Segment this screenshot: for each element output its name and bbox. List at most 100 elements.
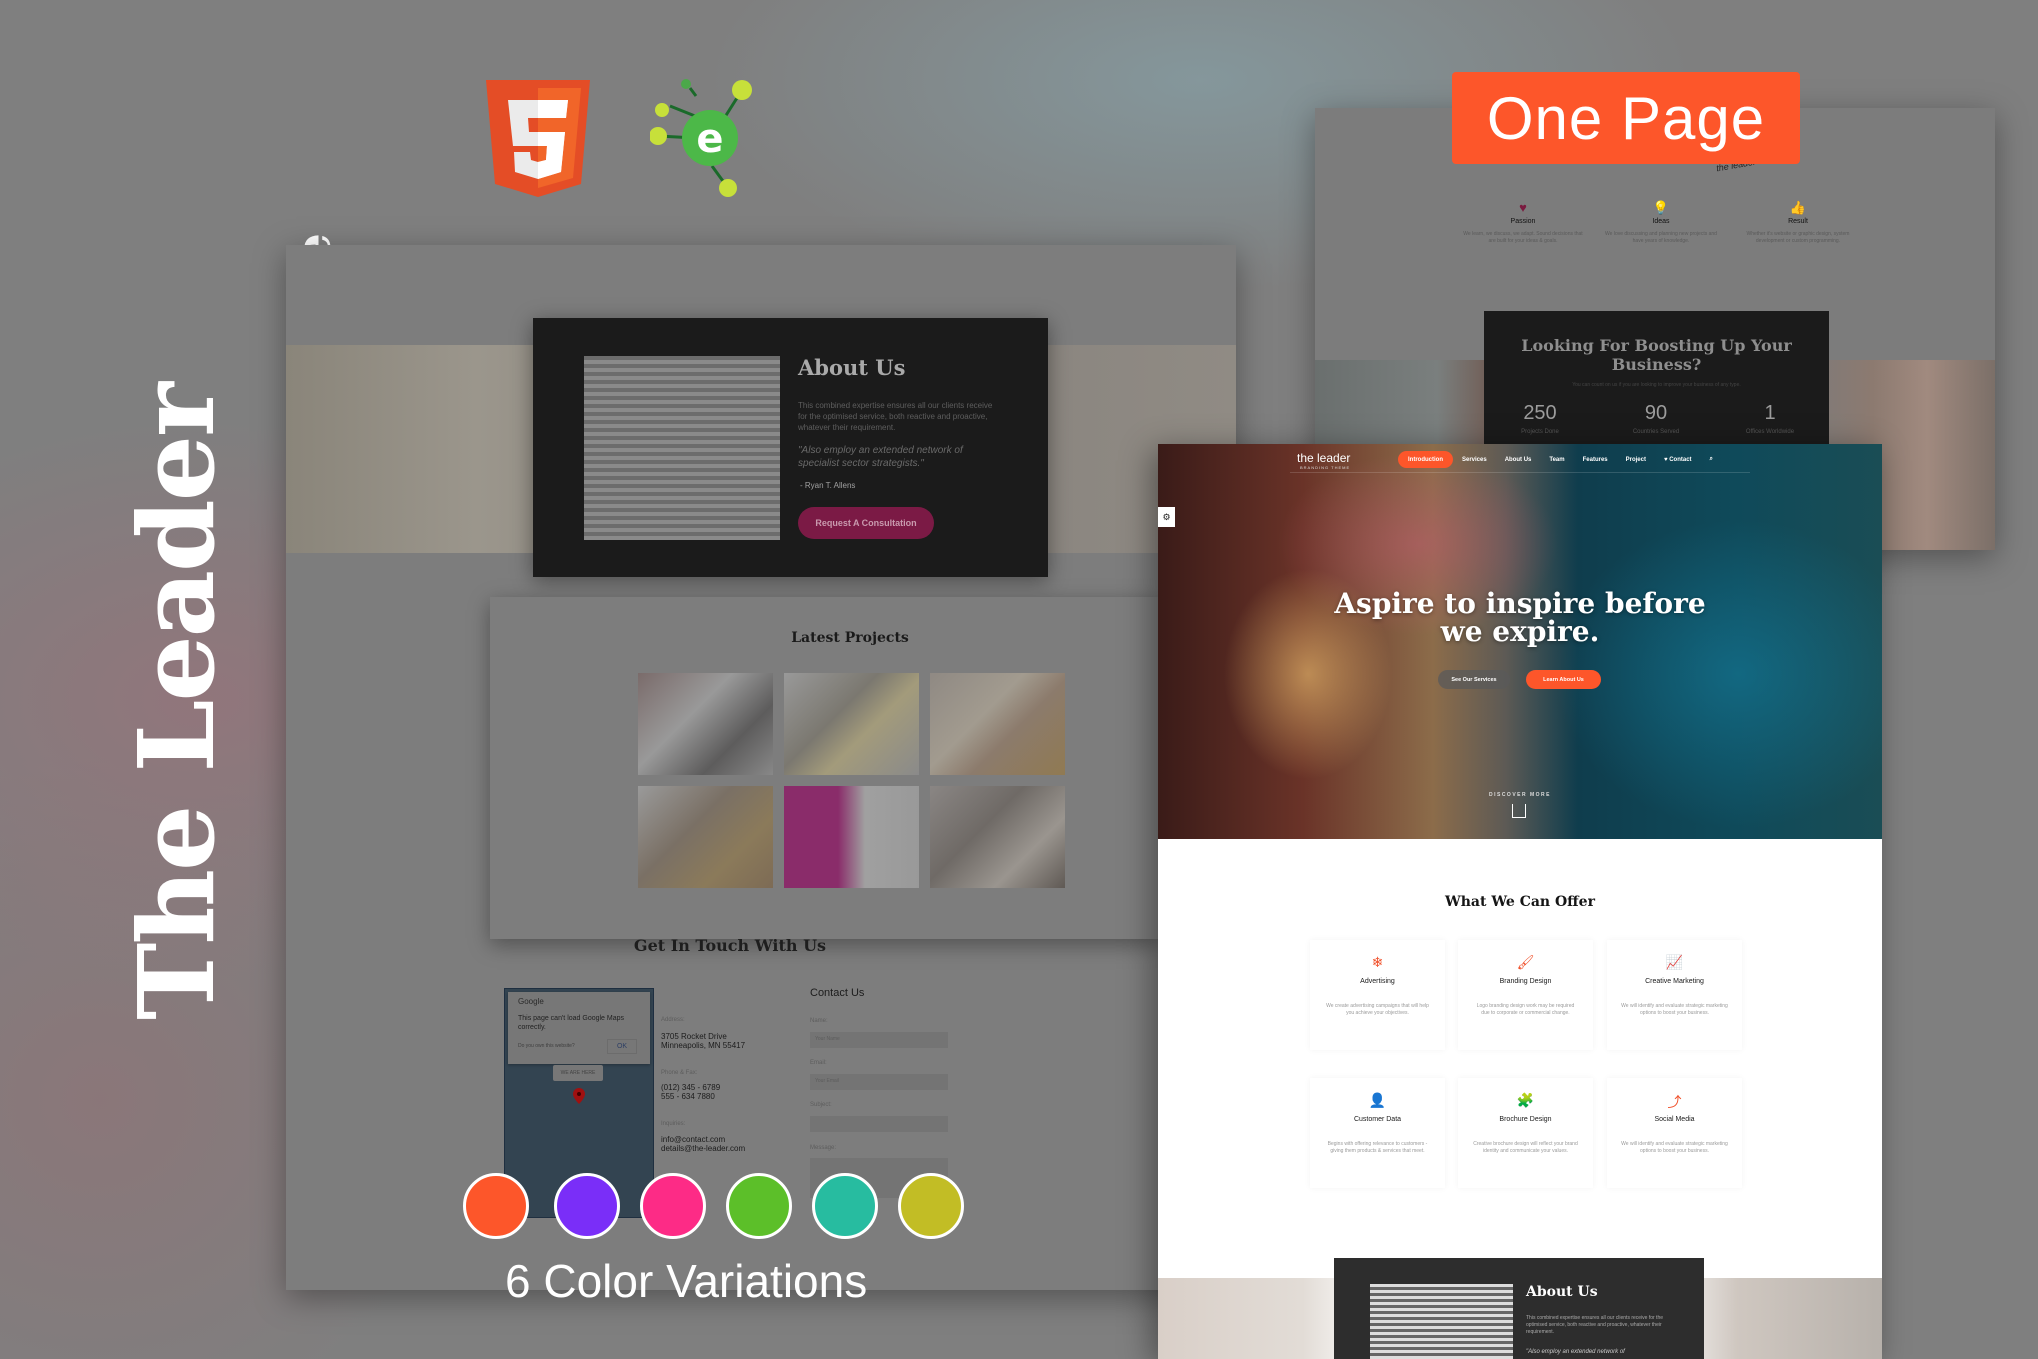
email-2[interactable]: details@the-leader.com xyxy=(661,1144,745,1153)
project-thumbnail[interactable] xyxy=(784,673,919,775)
download-arrow-icon[interactable] xyxy=(1512,804,1526,818)
nav-services[interactable]: Services xyxy=(1453,451,1496,468)
puzzle-icon: 🧩 xyxy=(1516,1092,1535,1108)
service-title: Creative Marketing xyxy=(1645,978,1704,985)
service-card[interactable]: ❄ Advertising We create advertising camp… xyxy=(1310,940,1445,1050)
map-provider-label: Google xyxy=(518,997,544,1006)
share-icon: ⤴ xyxy=(1667,1094,1682,1110)
projects-title: Latest Projects xyxy=(791,630,909,646)
paintbrush-icon: 🖌 xyxy=(1516,954,1535,970)
stat-countries: 90 Countries Served xyxy=(1611,402,1701,435)
about-text: This combined expertise ensures all our … xyxy=(1526,1315,1664,1335)
color-swatch-orange[interactable] xyxy=(463,1173,529,1239)
feature-title: Result xyxy=(1788,218,1808,225)
service-card[interactable]: 🖌 Branding Design Logo branding design w… xyxy=(1458,940,1593,1050)
phone-1: (012) 345 - 6789 xyxy=(661,1083,721,1092)
email-1[interactable]: info@contact.com xyxy=(661,1135,725,1144)
nav-about-us[interactable]: About Us xyxy=(1496,451,1541,468)
service-text: We create advertising campaigns that wil… xyxy=(1326,1003,1429,1016)
user-data-icon: 👤 xyxy=(1368,1092,1387,1108)
about-author: - Ryan T. Allens xyxy=(800,481,856,490)
feature-title: Ideas xyxy=(1652,218,1670,225)
address-label: Address: xyxy=(661,1017,685,1023)
subject-field[interactable] xyxy=(810,1116,948,1132)
about-quote: "Also employ an extended network of spec… xyxy=(798,445,963,469)
feature-text: We learn, we discuss, we adapt. Sound de… xyxy=(1463,231,1583,244)
stat-offices: 1 Offices Worldwide xyxy=(1725,402,1815,435)
e-network-icon: e xyxy=(650,79,752,197)
hero-title-line-2: we expire. xyxy=(1440,615,1600,648)
subject-label: Subject: xyxy=(810,1102,832,1108)
color-variations-label: 6 Color Variations xyxy=(505,1255,868,1307)
inquiries-label: Inquiries: xyxy=(661,1121,686,1127)
about-text: This combined expertise ensures all our … xyxy=(798,401,993,432)
message-label: Message: xyxy=(810,1145,837,1151)
hero-title: Aspire to inspire before we expire. xyxy=(1158,590,1882,646)
address-line-1: 3705 Rocket Drive xyxy=(661,1032,727,1041)
service-title: Brochure Design xyxy=(1499,1116,1552,1123)
feature-ideas: 💡 Ideas We love discussing and planning … xyxy=(1601,200,1721,245)
project-thumbnail[interactable] xyxy=(784,786,919,888)
search-icon[interactable]: ⌕ xyxy=(1701,451,1722,468)
boost-title: Looking For Boosting Up Your Business? xyxy=(1521,336,1792,374)
project-thumbnail[interactable] xyxy=(930,673,1065,775)
svg-text:e: e xyxy=(696,116,723,162)
stat-label: Projects Done xyxy=(1521,429,1559,435)
address-line-2: Minneapolis, MN 55417 xyxy=(661,1041,746,1050)
hero-title-line-1: Aspire to inspire before xyxy=(1334,587,1706,620)
service-card[interactable]: 👤 Customer Data Begins with offering rel… xyxy=(1310,1078,1445,1188)
map-own-website-link[interactable]: Do you own this website? xyxy=(518,1043,575,1049)
see-services-button[interactable]: See Our Services xyxy=(1438,670,1510,689)
project-thumbnail[interactable] xyxy=(638,786,773,888)
nav-features[interactable]: Features xyxy=(1574,451,1617,468)
name-field[interactable]: Your Name xyxy=(810,1032,948,1048)
email-field[interactable]: Your Email xyxy=(810,1074,948,1090)
project-thumbnail[interactable] xyxy=(638,673,773,775)
map-ok-button[interactable]: OK xyxy=(607,1039,637,1054)
stat-value: 1 xyxy=(1764,402,1776,424)
nav-contact[interactable]: ♥ Contact xyxy=(1655,451,1701,468)
boost-subtitle: You can count on us if you are looking t… xyxy=(1572,382,1741,388)
service-title: Branding Design xyxy=(1499,978,1552,985)
map-error-message: This page can't load Google Maps correct… xyxy=(518,1015,625,1031)
color-swatch-olive[interactable] xyxy=(898,1173,964,1239)
service-card[interactable]: ⤴ Social Media We will identify and eval… xyxy=(1607,1078,1742,1188)
request-consultation-button[interactable]: Request A Consultation xyxy=(798,507,934,539)
thumbs-up-icon: 👍 xyxy=(1789,200,1807,215)
learn-about-button[interactable]: Learn About Us xyxy=(1526,670,1601,689)
site-logo[interactable]: the leader xyxy=(1297,451,1350,465)
main-navigation: Introduction Services About Us Team Feat… xyxy=(1398,451,1722,468)
heartbeat-icon: ♥ xyxy=(1519,200,1527,215)
service-text: Begins with offering relevance to custom… xyxy=(1327,1141,1428,1154)
service-text: Creative brochure design will reflect yo… xyxy=(1473,1141,1578,1154)
color-swatch-teal[interactable] xyxy=(812,1173,878,1239)
discover-more-link[interactable]: DISCOVER MORE xyxy=(1158,792,1882,798)
nav-team[interactable]: Team xyxy=(1540,451,1573,468)
site-logo-tagline: BRANDING THEME xyxy=(1300,465,1351,470)
service-title: Social Media xyxy=(1654,1116,1695,1123)
about-title: About Us xyxy=(1526,1284,1598,1300)
lightbulb-icon: 💡 xyxy=(1652,200,1670,215)
service-card[interactable]: 📈 Creative Marketing We will identify an… xyxy=(1607,940,1742,1050)
color-swatch-purple[interactable] xyxy=(554,1173,620,1239)
nav-introduction[interactable]: Introduction xyxy=(1398,451,1453,468)
project-thumbnail[interactable] xyxy=(930,786,1065,888)
nav-project[interactable]: Project xyxy=(1617,451,1655,468)
team-photo xyxy=(1370,1284,1513,1359)
html5-icon xyxy=(486,80,590,197)
service-text: We will identify and evaluate strategic … xyxy=(1621,1003,1728,1016)
phone-label: Phone & Fax: xyxy=(661,1070,698,1076)
color-swatch-pink[interactable] xyxy=(640,1173,706,1239)
share-icon[interactable]: ⚙ xyxy=(1158,507,1175,527)
stat-value: 250 xyxy=(1523,402,1557,424)
about-quote: "Also employ an extended network of xyxy=(1526,1349,1625,1355)
offer-title: What We Can Offer xyxy=(1445,894,1595,910)
email-label: Email: xyxy=(810,1060,827,1066)
color-swatch-green[interactable] xyxy=(726,1173,792,1239)
service-card[interactable]: 🧩 Brochure Design Creative brochure desi… xyxy=(1458,1078,1593,1188)
map-pin-icon[interactable] xyxy=(573,1088,585,1104)
feature-result: 👍 Result Whether it's website or graphic… xyxy=(1738,200,1858,245)
service-text: We will identify and evaluate strategic … xyxy=(1621,1141,1728,1154)
team-photo xyxy=(584,356,780,540)
contact-section-title: Get In Touch With Us xyxy=(633,936,827,955)
